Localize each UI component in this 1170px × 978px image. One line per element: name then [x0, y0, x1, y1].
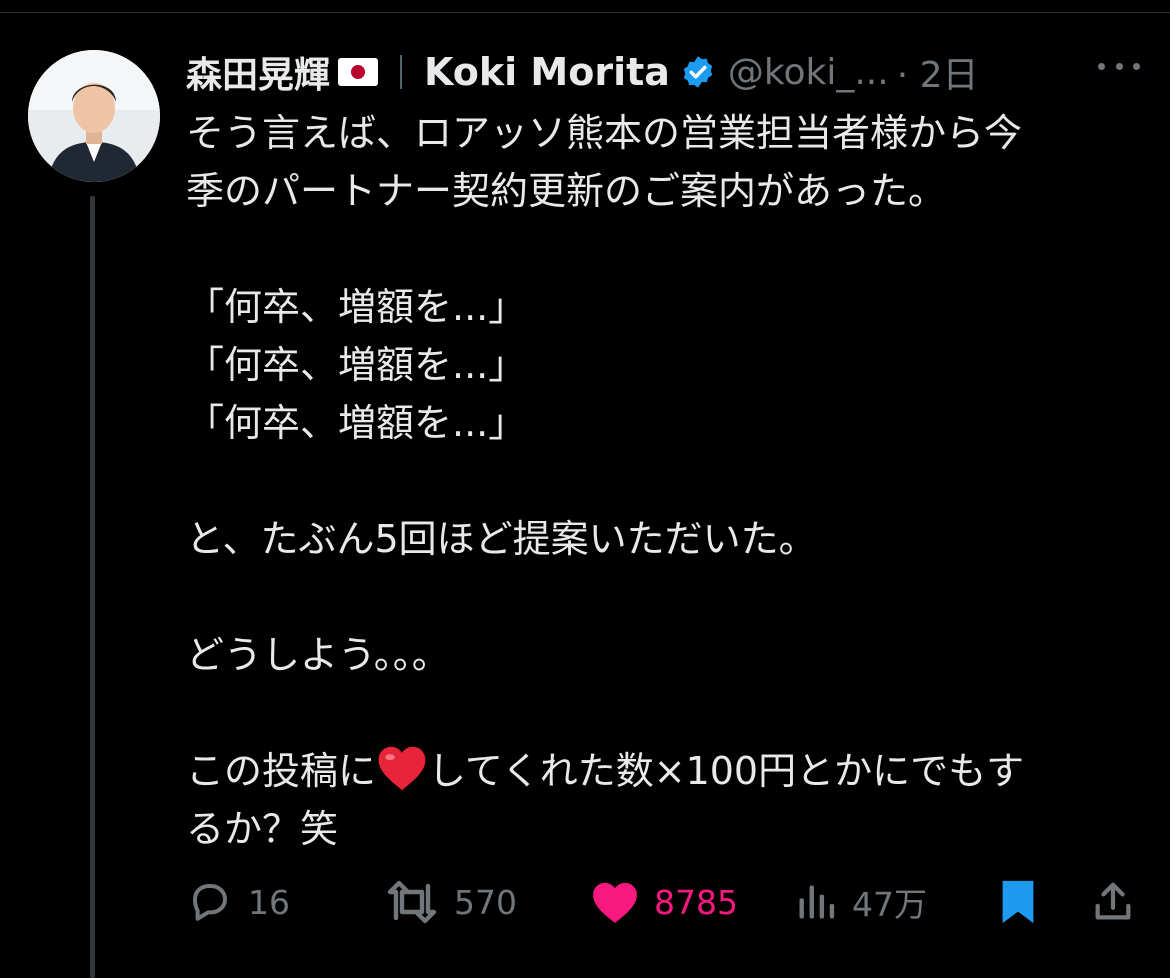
- reply-icon: [193, 884, 227, 921]
- tweet-text-part: してくれた数×100円とかにでもす: [428, 749, 1025, 793]
- tweet-text-part: この投稿に: [186, 749, 377, 793]
- thread-line: [90, 196, 95, 978]
- top-divider: [0, 12, 1170, 13]
- verified-badge-icon[interactable]: [680, 54, 716, 90]
- like-button[interactable]: 8785: [590, 872, 738, 932]
- tweet-line: どうしよう。。。: [186, 633, 450, 677]
- action-bar: 16 570 8785 47万: [186, 872, 1146, 932]
- tweet-line: この投稿に してくれた数×100円とかにでもす: [186, 742, 1126, 800]
- bookmark-button[interactable]: [998, 872, 1038, 932]
- tweet-header: 森田晃輝 Koki Morita @koki_... · 2日: [186, 44, 1136, 100]
- like-icon: [593, 882, 637, 923]
- name-separator: [400, 55, 403, 89]
- like-count: 8785: [654, 882, 738, 922]
- reply-count: 16: [248, 882, 290, 922]
- handle[interactable]: @koki_...: [728, 52, 889, 93]
- tweet-line: と、たぶん5回ほど提案いただいた。: [186, 517, 817, 561]
- display-name[interactable]: Koki Morita: [424, 50, 670, 94]
- retweet-count: 570: [454, 882, 517, 922]
- tweet-line: 「何卒、増額を...」: [186, 401, 527, 445]
- views-icon: [799, 885, 835, 919]
- views-count: 47万: [852, 885, 927, 924]
- author-name[interactable]: 森田晃輝: [186, 46, 330, 98]
- bookmark-icon: [1002, 880, 1034, 924]
- more-icon[interactable]: [1098, 56, 1140, 76]
- tweet-line: そう言えば、ロアッソ熊本の営業担当者様から今: [186, 111, 1023, 155]
- tweet-line: るか？笑: [186, 807, 339, 851]
- share-button[interactable]: [1090, 872, 1136, 932]
- red-heart-emoji: [376, 744, 428, 792]
- tweet-line: 「何卒、増額を...」: [186, 285, 527, 329]
- avatar[interactable]: [28, 50, 160, 182]
- avatar-photo: [28, 50, 160, 182]
- tweet-line: 季のパートナー契約更新のご案内があった。: [186, 169, 947, 213]
- views-button[interactable]: 47万: [794, 872, 927, 932]
- retweet-button[interactable]: 570: [384, 872, 517, 932]
- timestamp[interactable]: · 2日: [897, 46, 979, 98]
- tweet-text: そう言えば、ロアッソ熊本の営業担当者様から今 季のパートナー契約更新のご案内があ…: [186, 104, 1126, 858]
- retweet-icon: [387, 880, 437, 924]
- tweet-line: 「何卒、増額を...」: [186, 343, 527, 387]
- japan-flag-icon: [338, 58, 379, 86]
- share-icon: [1095, 882, 1131, 920]
- reply-button[interactable]: 16: [186, 872, 290, 932]
